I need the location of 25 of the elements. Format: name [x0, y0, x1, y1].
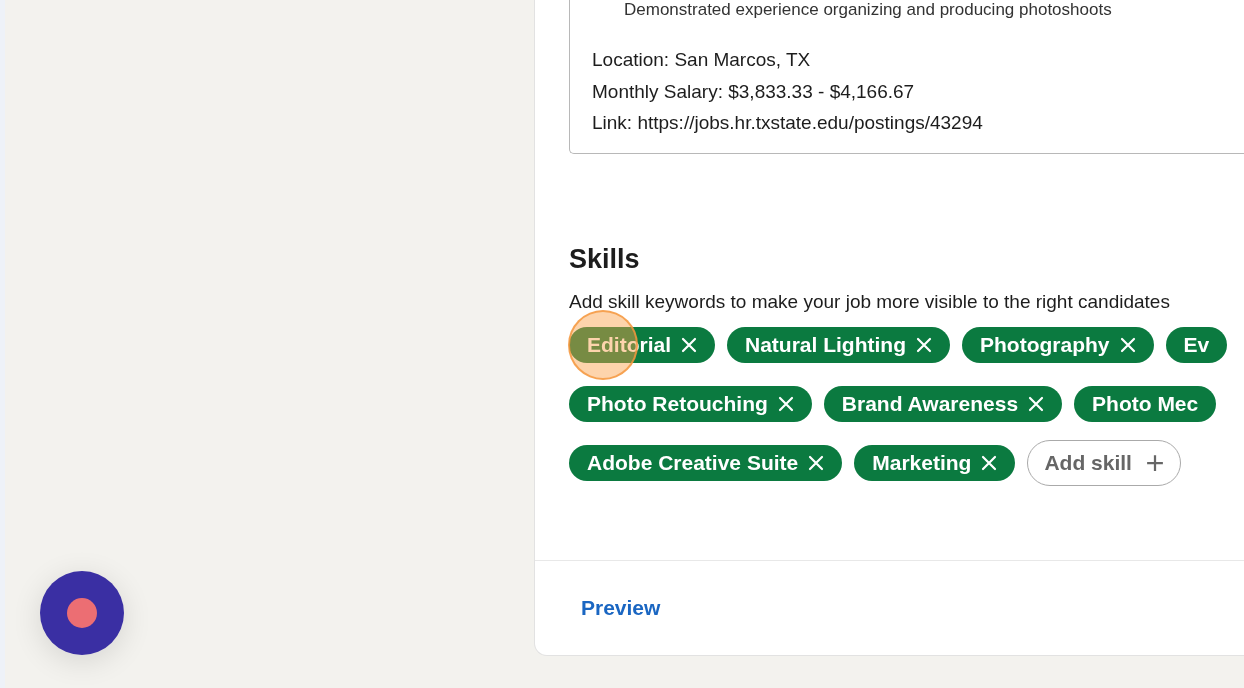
remove-icon[interactable]: [808, 454, 825, 471]
skill-chip[interactable]: Photo Mec: [1074, 385, 1217, 422]
remove-icon[interactable]: [1028, 395, 1045, 412]
remove-icon[interactable]: [777, 395, 794, 412]
skill-chip[interactable]: Ev: [1165, 326, 1228, 363]
description-text: Location: San Marcos, TX: [592, 49, 811, 70]
skill-chip[interactable]: Marketing: [854, 444, 1016, 481]
remove-icon[interactable]: [681, 336, 697, 353]
remove-icon[interactable]: [916, 336, 932, 353]
remove-icon[interactable]: [981, 454, 998, 471]
description-text: Link: https://jobs.hr.txstate.edu/postings/43294: [592, 112, 983, 133]
remove-icon[interactable]: [1119, 336, 1136, 353]
hint-text: Add skill keywords to make your job more visible to the right candidates: [569, 290, 1171, 313]
skill-chip[interactable]: Brand Awareness: [823, 385, 1063, 422]
section-title: Skills: [569, 243, 641, 275]
skill-chip[interactable]: Adobe Creative Suite: [569, 444, 843, 481]
skill-chip[interactable]: Natural Lighting: [727, 326, 950, 363]
description-field[interactable]: Demonstrated experience organizing and producing photoshoots Location: San Marcos, TX Monthly Salary: $3,833.33 - $4,166.67 Link: https://jobs.hr.txstate.edu/postings/43294: [569, 0, 1244, 154]
description-text: Monthly Salary: $3,833.33 - $4,166.67: [592, 80, 915, 102]
plus-icon: [1145, 453, 1164, 472]
skill-chip[interactable]: Photo Retouching: [569, 385, 812, 422]
add-skill-button[interactable]: Add skill: [1027, 439, 1181, 486]
preview-link[interactable]: Preview: [581, 596, 661, 620]
description-text: Demonstrated experience organizing and producing photoshoots: [624, 0, 1112, 19]
skill-chip[interactable]: Photography: [962, 326, 1154, 363]
